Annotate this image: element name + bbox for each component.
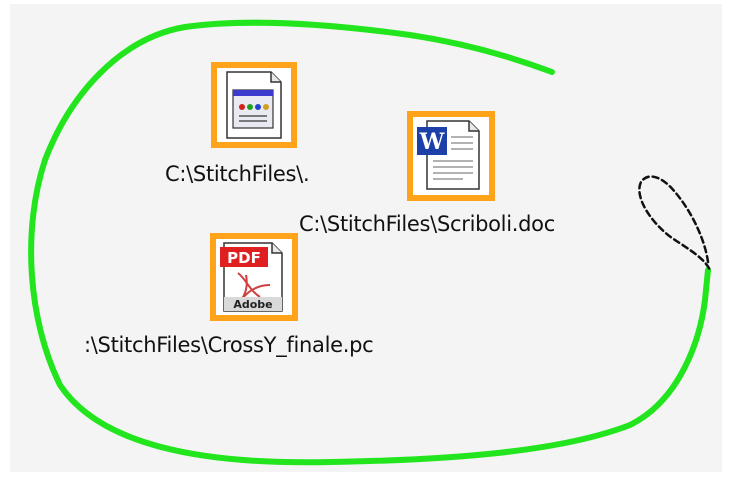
dashed-lasso-loop[interactable] [638, 175, 712, 272]
lasso-stroke[interactable] [28, 19, 711, 466]
ink-overlay [28, 19, 712, 466]
canvas[interactable]: C:\StitchFiles\. W C:\StitchFiles\Scribo… [0, 0, 731, 478]
